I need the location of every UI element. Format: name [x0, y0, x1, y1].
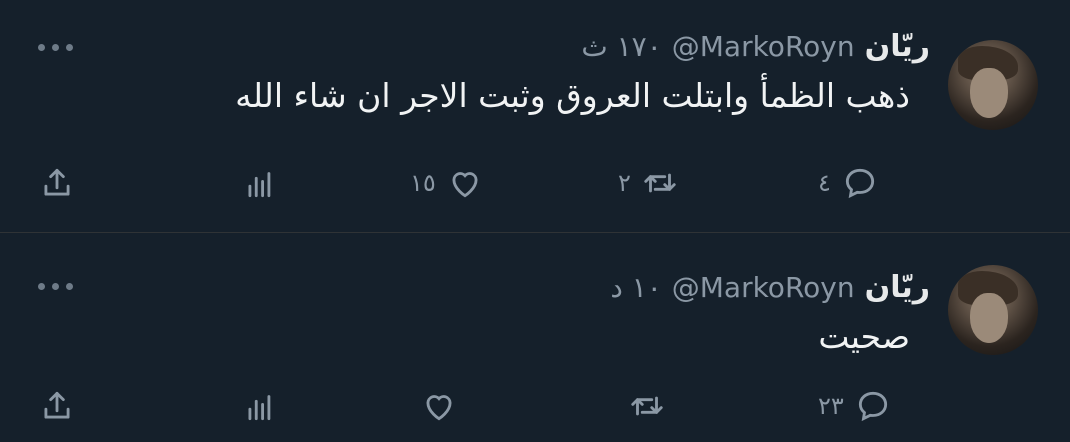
avatar-face — [970, 293, 1008, 343]
reply-button[interactable]: ٢٣ — [818, 381, 892, 431]
retweet-count: ٢ — [618, 169, 631, 197]
tweet-text: صحيت — [818, 317, 910, 356]
like-button[interactable]: ١٥ — [410, 158, 484, 208]
reply-count: ٤ — [818, 169, 831, 197]
dot — [38, 282, 45, 290]
more-dots-icon[interactable] — [38, 40, 78, 54]
views-chart-icon — [248, 172, 271, 198]
heart-icon — [426, 395, 452, 421]
timestamp[interactable]: ١٧٠ ث — [581, 30, 661, 63]
retweet-button[interactable] — [618, 381, 666, 431]
timestamp[interactable]: ١٠ د — [610, 271, 661, 304]
tweet-header: ريّان @MarkoRoyn ١٧٠ ث — [581, 26, 930, 66]
more-dots-icon[interactable] — [38, 279, 78, 293]
display-name[interactable]: ريّان — [865, 270, 930, 305]
share-button[interactable] — [38, 158, 76, 208]
dot — [66, 282, 73, 290]
share-button[interactable] — [38, 381, 76, 431]
views-button[interactable] — [242, 381, 290, 431]
timeline-feed: ريّان @MarkoRoyn ١٧٠ ث ذهب الظمأ وابتلت … — [0, 0, 1070, 442]
tweet[interactable]: ريّان @MarkoRoyn ١٠ د صحيت ٢٣ — [0, 233, 1070, 442]
dot — [66, 43, 73, 51]
retweet-button[interactable]: ٢ — [618, 158, 679, 208]
dot — [52, 43, 59, 51]
avatar[interactable] — [948, 40, 1038, 130]
share-icon — [44, 391, 70, 419]
display-name[interactable]: ريّان — [865, 29, 930, 64]
dot — [52, 282, 59, 290]
like-count: ١٥ — [410, 169, 436, 197]
user-handle[interactable]: @MarkoRoyn — [672, 30, 855, 63]
tweet-header: ريّان @MarkoRoyn ١٠ د — [610, 267, 930, 307]
like-button[interactable] — [410, 381, 458, 431]
tweet-actions: ٢٣ — [0, 381, 1070, 431]
tweet-text: ذهب الظمأ وابتلت العروق وثبت الاجر ان شا… — [235, 76, 910, 115]
tweet-actions: ٤ ٢ ١٥ — [0, 158, 1070, 208]
comment-icon — [858, 391, 887, 422]
views-chart-icon — [248, 395, 271, 421]
retweet-icon — [631, 396, 663, 416]
retweet-icon — [644, 173, 676, 193]
views-button[interactable] — [242, 158, 290, 208]
reply-count: ٢٣ — [818, 392, 844, 420]
avatar[interactable] — [948, 265, 1038, 355]
heart-icon — [452, 172, 478, 198]
avatar-face — [970, 68, 1008, 118]
share-icon — [44, 168, 70, 196]
user-handle[interactable]: @MarkoRoyn — [672, 271, 855, 304]
tweet[interactable]: ريّان @MarkoRoyn ١٧٠ ث ذهب الظمأ وابتلت … — [0, 0, 1070, 233]
dot — [38, 43, 45, 51]
comment-icon — [845, 168, 874, 199]
reply-button[interactable]: ٤ — [818, 158, 879, 208]
